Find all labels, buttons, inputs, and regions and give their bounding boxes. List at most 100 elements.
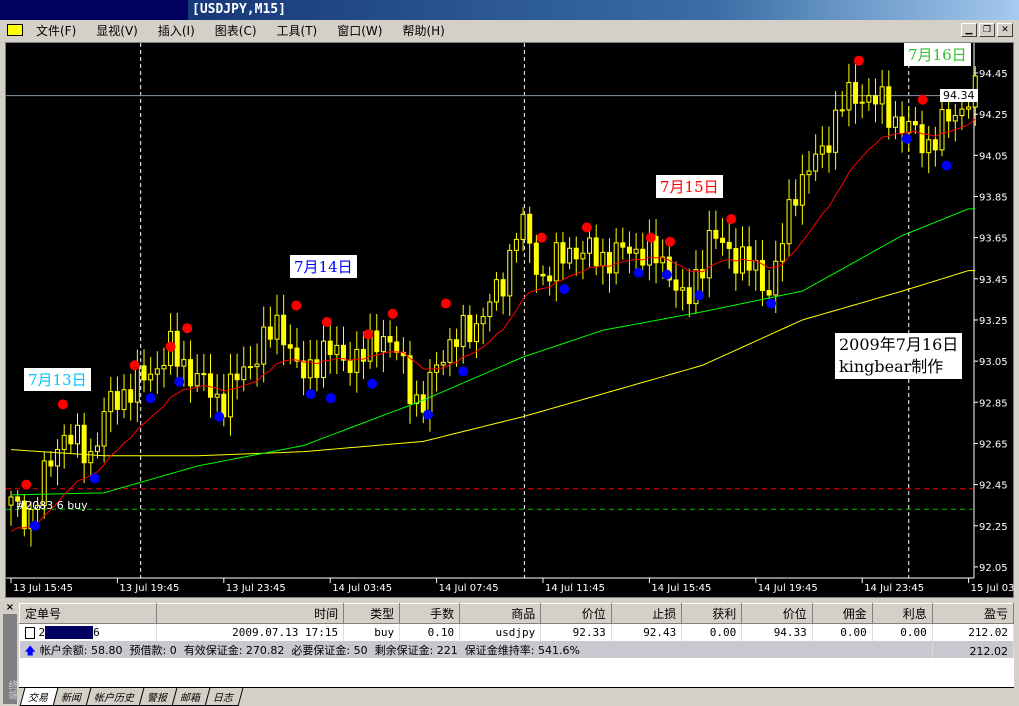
candle-body bbox=[706, 229, 712, 279]
fractal-down-dot bbox=[305, 389, 316, 400]
redacted-order-id bbox=[45, 626, 94, 639]
candle-body bbox=[294, 347, 300, 362]
candle-body bbox=[886, 86, 892, 128]
candle-body bbox=[853, 82, 859, 104]
menu-file[interactable]: 文件(F) bbox=[26, 22, 86, 39]
y-tick-label: 94.45 bbox=[979, 69, 1008, 80]
close-terminal-icon[interactable]: × bbox=[3, 602, 17, 614]
candle-body bbox=[440, 361, 446, 366]
menu-charts[interactable]: 图表(C) bbox=[205, 22, 267, 39]
menu-view[interactable]: 显视(V) bbox=[86, 22, 148, 39]
candle-body bbox=[919, 124, 925, 154]
candle-body bbox=[161, 364, 167, 370]
col-sl-header[interactable]: 止损 bbox=[610, 603, 683, 624]
candle-body bbox=[720, 237, 726, 243]
candle-body bbox=[114, 391, 120, 410]
candle-body bbox=[932, 139, 938, 151]
candle-body bbox=[753, 260, 759, 271]
col-tp-header[interactable]: 获利 bbox=[681, 603, 743, 624]
order-swap: 0.00 bbox=[872, 623, 933, 641]
candle-body bbox=[766, 290, 772, 296]
fractal-up-dot bbox=[536, 232, 547, 243]
menu-tools[interactable]: 工具(T) bbox=[267, 22, 328, 39]
candle-body bbox=[826, 145, 832, 153]
col-open-price-header[interactable]: 价位 bbox=[540, 603, 612, 624]
candle-body bbox=[786, 199, 792, 245]
candle-body bbox=[321, 340, 327, 378]
tab-2[interactable]: 帐户历史 bbox=[85, 688, 145, 706]
candle-body bbox=[487, 301, 493, 318]
price-chart[interactable]: 94.45 94.25 94.05 93.85 93.65 93.45 93.25 93.05… bbox=[5, 42, 1015, 599]
candle-body bbox=[234, 373, 240, 381]
terminal-label: 终端 bbox=[6, 680, 17, 700]
col-time-header[interactable]: 时间 bbox=[156, 603, 345, 624]
arrow-up-icon: 🡅 bbox=[24, 643, 36, 657]
col-price-header[interactable]: 价位 bbox=[741, 603, 813, 624]
y-tick-label: 92.05 bbox=[979, 563, 1008, 574]
candle-body bbox=[507, 249, 513, 297]
candle-body bbox=[613, 242, 619, 274]
candle-body bbox=[8, 496, 14, 506]
candle-body bbox=[327, 340, 333, 356]
candle-body bbox=[214, 393, 220, 398]
x-tick-label: 13 Jul 23:45 bbox=[226, 583, 286, 594]
col-type-header[interactable]: 类型 bbox=[343, 603, 401, 624]
tab-5[interactable]: 日志 bbox=[204, 688, 244, 706]
menu-bar: 文件(F) 显视(V) 插入(I) 图表(C) 工具(T) 窗口(W) 帮助(H… bbox=[0, 20, 1019, 40]
order-time: 2009.07.13 17:15 bbox=[156, 623, 345, 641]
label-jul13: 7月13日 bbox=[24, 368, 91, 391]
candle-body bbox=[407, 355, 413, 404]
y-tick-label: 93.05 bbox=[979, 357, 1008, 368]
fractal-up-dot bbox=[129, 360, 140, 371]
candle-body bbox=[633, 248, 639, 254]
candle-body bbox=[301, 360, 307, 379]
menu-insert[interactable]: 插入(I) bbox=[148, 22, 205, 39]
candle-body bbox=[819, 145, 825, 155]
terminal-sidebar: × 终端 bbox=[3, 602, 17, 704]
candle-body bbox=[553, 242, 559, 282]
ma-slow-line bbox=[10, 270, 976, 457]
y-tick-label: 93.65 bbox=[979, 234, 1008, 245]
close-icon[interactable]: ✕ bbox=[997, 23, 1013, 37]
restore-icon[interactable]: ❐ bbox=[979, 23, 995, 37]
col-lots-header[interactable]: 手数 bbox=[399, 603, 461, 624]
menu-help[interactable]: 帮助(H) bbox=[392, 22, 454, 39]
y-tick-label: 93.85 bbox=[979, 192, 1008, 203]
candle-body bbox=[174, 330, 180, 367]
col-commission-header[interactable]: 佣金 bbox=[811, 603, 873, 624]
candle-body bbox=[480, 316, 486, 325]
candle-body bbox=[267, 326, 273, 340]
title-bar: [USDJPY,M15] bbox=[0, 0, 1019, 20]
x-tick-label: 13 Jul 19:45 bbox=[119, 583, 179, 594]
chart-canvas[interactable]: 94.45 94.25 94.05 93.85 93.65 93.45 93.25 93.05… bbox=[6, 43, 1015, 599]
col-symbol-header[interactable]: 商品 bbox=[459, 603, 542, 624]
candle-body bbox=[833, 109, 839, 153]
fractal-up-dot bbox=[387, 308, 398, 319]
candle-body bbox=[121, 389, 127, 410]
candle-body bbox=[680, 287, 686, 291]
order-label: #2083 6 buy bbox=[16, 499, 88, 512]
fractal-up-dot bbox=[57, 399, 68, 410]
label-jul15: 7月15日 bbox=[656, 175, 723, 198]
col-order-header[interactable]: 定单号 bbox=[18, 603, 158, 624]
table-row[interactable]: 2 6 2009.07.13 17:15 buy 0.10 usdjpy 92.3… bbox=[19, 623, 1015, 641]
candle-body bbox=[513, 238, 519, 251]
menu-window[interactable]: 窗口(W) bbox=[327, 22, 392, 39]
minimize-icon[interactable]: ▁ bbox=[961, 23, 977, 37]
candle-body bbox=[846, 82, 852, 111]
candle-body bbox=[75, 424, 80, 445]
candle-body bbox=[527, 213, 533, 244]
app-chart-icon[interactable] bbox=[7, 24, 23, 36]
candle-body bbox=[380, 336, 386, 353]
col-profit-header[interactable]: 盈亏 bbox=[931, 603, 1015, 624]
candle-body bbox=[48, 460, 54, 467]
candle-body bbox=[959, 108, 965, 117]
col-swap-header[interactable]: 利息 bbox=[871, 603, 933, 624]
x-tick-label: 14 Jul 19:45 bbox=[758, 583, 818, 594]
fractal-up-dot bbox=[321, 317, 332, 328]
candle-body bbox=[713, 229, 719, 239]
candle-body bbox=[274, 314, 280, 340]
candle-body bbox=[254, 363, 260, 368]
candle-body bbox=[952, 115, 958, 122]
fractal-down-dot bbox=[325, 393, 336, 404]
